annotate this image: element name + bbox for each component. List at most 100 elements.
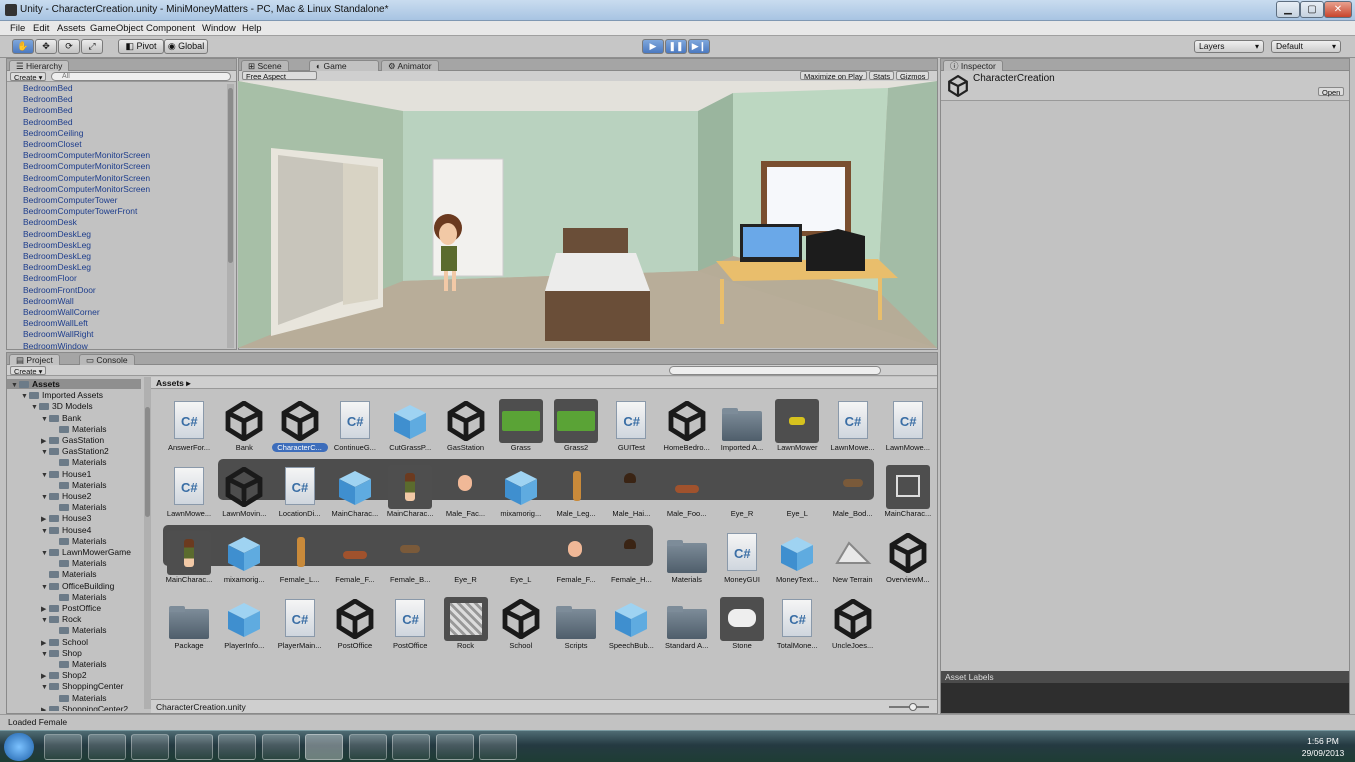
hierarchy-item[interactable]: BedroomWindow bbox=[23, 341, 88, 349]
tree-folder[interactable]: ▼ House1 bbox=[41, 469, 91, 479]
asset-item[interactable]: Eye_R bbox=[714, 459, 770, 521]
asset-item[interactable]: MainCharac... bbox=[880, 459, 936, 521]
menu-help[interactable]: Help bbox=[242, 23, 262, 34]
asset-item[interactable]: Scripts bbox=[548, 591, 604, 653]
calculator-taskbar-icon[interactable] bbox=[349, 734, 387, 760]
tree-folder[interactable]: ▼ LawnMowerGame bbox=[41, 547, 131, 557]
unity-taskbar-icon[interactable] bbox=[305, 734, 343, 760]
start-button-icon[interactable] bbox=[4, 733, 34, 761]
expand-arrow-icon[interactable]: ▼ bbox=[41, 449, 49, 456]
gizmos-dropdown[interactable]: Gizmos bbox=[896, 71, 930, 81]
hierarchy-item[interactable]: BedroomComputerTowerFront bbox=[23, 206, 137, 216]
asset-item[interactable]: PostOffice bbox=[382, 591, 438, 653]
asset-item[interactable]: PlayerInfo... bbox=[216, 591, 272, 653]
media-player-taskbar-icon[interactable] bbox=[131, 734, 169, 760]
tree-scrollbar[interactable] bbox=[144, 377, 151, 709]
hierarchy-item[interactable]: BedroomDeskLeg bbox=[23, 240, 91, 250]
hierarchy-item[interactable]: BedroomCloset bbox=[23, 139, 82, 149]
tree-folder[interactable]: Materials bbox=[51, 457, 106, 467]
hierarchy-item[interactable]: BedroomBed bbox=[23, 105, 73, 115]
asset-item[interactable]: Female_F... bbox=[327, 525, 383, 587]
asset-item[interactable]: MoneyGUI bbox=[714, 525, 770, 587]
tree-folder[interactable]: Materials bbox=[51, 502, 106, 512]
app-taskbar-icon[interactable] bbox=[218, 734, 256, 760]
expand-arrow-icon[interactable]: ▶ bbox=[41, 605, 49, 613]
asset-item[interactable]: Female_H... bbox=[603, 525, 659, 587]
hierarchy-item[interactable]: BedroomWallCorner bbox=[23, 307, 100, 317]
paint-taskbar-icon[interactable] bbox=[479, 734, 517, 760]
tree-folder[interactable]: ▶ ShoppingCenter2 bbox=[41, 704, 128, 711]
tree-folder[interactable]: Materials bbox=[51, 659, 106, 669]
expand-arrow-icon[interactable]: ▼ bbox=[41, 584, 49, 591]
tree-folder[interactable]: ▶ Shop2 bbox=[41, 670, 87, 680]
icon-size-slider[interactable] bbox=[889, 703, 929, 711]
tree-folder[interactable]: ▼ House4 bbox=[41, 525, 91, 535]
menu-assets[interactable]: Assets bbox=[57, 23, 86, 34]
asset-item[interactable]: LawnMowe... bbox=[825, 393, 881, 455]
hierarchy-item[interactable]: BedroomComputerMonitorScreen bbox=[23, 150, 150, 160]
menu-component[interactable]: Component bbox=[146, 23, 195, 34]
menu-window[interactable]: Window bbox=[202, 23, 236, 34]
hierarchy-item[interactable]: BedroomDeskLeg bbox=[23, 262, 91, 272]
hand-tool-icon[interactable]: ✋ bbox=[12, 39, 34, 54]
explorer-taskbar-icon[interactable] bbox=[88, 734, 126, 760]
asset-item[interactable]: TotalMone... bbox=[769, 591, 825, 653]
hierarchy-item[interactable]: BedroomComputerMonitorScreen bbox=[23, 184, 150, 194]
tree-folder[interactable]: ▶ GasStation bbox=[41, 435, 104, 445]
tree-folder[interactable]: ▶ PostOffice bbox=[41, 603, 101, 613]
ie-taskbar-icon[interactable] bbox=[44, 734, 82, 760]
hierarchy-item[interactable]: BedroomBed bbox=[23, 94, 73, 104]
aspect-dropdown[interactable]: Free Aspect bbox=[242, 71, 317, 81]
asset-item[interactable]: Male_Hai... bbox=[603, 459, 659, 521]
assets-breadcrumb[interactable]: Assets ▸ bbox=[151, 377, 937, 389]
expand-arrow-icon[interactable]: ▼ bbox=[41, 617, 49, 624]
tree-folder[interactable]: ▼ OfficeBuilding bbox=[41, 581, 114, 591]
tree-folder[interactable]: ▼ Shop bbox=[41, 648, 82, 658]
expand-arrow-icon[interactable]: ▶ bbox=[41, 639, 49, 647]
asset-item[interactable]: PlayerMain... bbox=[272, 591, 328, 653]
tree-folder[interactable]: Materials bbox=[51, 536, 106, 546]
expand-arrow-icon[interactable]: ▼ bbox=[31, 404, 39, 411]
asset-item[interactable]: LawnMowe... bbox=[161, 459, 217, 521]
asset-item[interactable]: mixamorig... bbox=[216, 525, 272, 587]
rotate-tool-icon[interactable]: ⟳ bbox=[58, 39, 80, 54]
expand-arrow-icon[interactable]: ▼ bbox=[41, 550, 49, 557]
asset-item[interactable]: OverviewM... bbox=[880, 525, 936, 587]
asset-item[interactable]: MainCharac... bbox=[161, 525, 217, 587]
asset-item[interactable]: Female_B... bbox=[382, 525, 438, 587]
asset-item[interactable]: Imported A... bbox=[714, 393, 770, 455]
expand-arrow-icon[interactable]: ▼ bbox=[41, 684, 49, 691]
game-viewport[interactable] bbox=[238, 81, 937, 348]
project-create-button[interactable]: Create ▾ bbox=[10, 366, 47, 376]
expand-arrow-icon[interactable]: ▼ bbox=[11, 382, 19, 389]
clock[interactable]: 1:56 PM 29/09/2013 bbox=[1300, 735, 1346, 759]
chrome-taskbar-icon[interactable] bbox=[175, 734, 213, 760]
tree-folder[interactable]: ▼ Imported Assets bbox=[21, 390, 103, 400]
asset-item[interactable]: Eye_L bbox=[769, 459, 825, 521]
hierarchy-search-input[interactable] bbox=[51, 72, 231, 81]
tab-project[interactable]: ▤ Project bbox=[9, 354, 60, 365]
layers-dropdown[interactable]: Layers bbox=[1194, 40, 1264, 53]
asset-item[interactable]: Male_Leg... bbox=[548, 459, 604, 521]
tree-folder[interactable]: Materials bbox=[51, 480, 106, 490]
asset-item[interactable]: MoneyText... bbox=[769, 525, 825, 587]
asset-item[interactable]: AnswerFor... bbox=[161, 393, 217, 455]
expand-arrow-icon[interactable]: ▼ bbox=[41, 651, 49, 658]
asset-item[interactable]: CharacterC... bbox=[271, 393, 328, 455]
hierarchy-item[interactable]: BedroomBed bbox=[23, 83, 73, 93]
menu-file[interactable]: File bbox=[10, 23, 25, 34]
asset-item[interactable]: Eye_L bbox=[493, 525, 549, 587]
expand-arrow-icon[interactable]: ▶ bbox=[41, 706, 49, 711]
stats-toggle[interactable]: Stats bbox=[869, 71, 895, 81]
asset-item[interactable]: New Terrain bbox=[825, 525, 881, 587]
asset-item[interactable]: Bank bbox=[216, 393, 272, 455]
hierarchy-item[interactable]: BedroomComputerMonitorScreen bbox=[23, 173, 150, 183]
scale-tool-icon[interactable]: ⤢ bbox=[81, 39, 103, 54]
hierarchy-create-button[interactable]: Create ▾ bbox=[10, 72, 47, 82]
pivot-toggle[interactable]: ◧ Pivot bbox=[118, 39, 164, 54]
hierarchy-item[interactable]: BedroomDeskLeg bbox=[23, 229, 91, 239]
asset-item[interactable]: ContinueG... bbox=[327, 393, 383, 455]
expand-arrow-icon[interactable]: ▼ bbox=[21, 393, 29, 400]
tab-console[interactable]: ▭ Console bbox=[79, 354, 135, 365]
tree-folder[interactable]: ▼ GasStation2 bbox=[41, 446, 109, 456]
